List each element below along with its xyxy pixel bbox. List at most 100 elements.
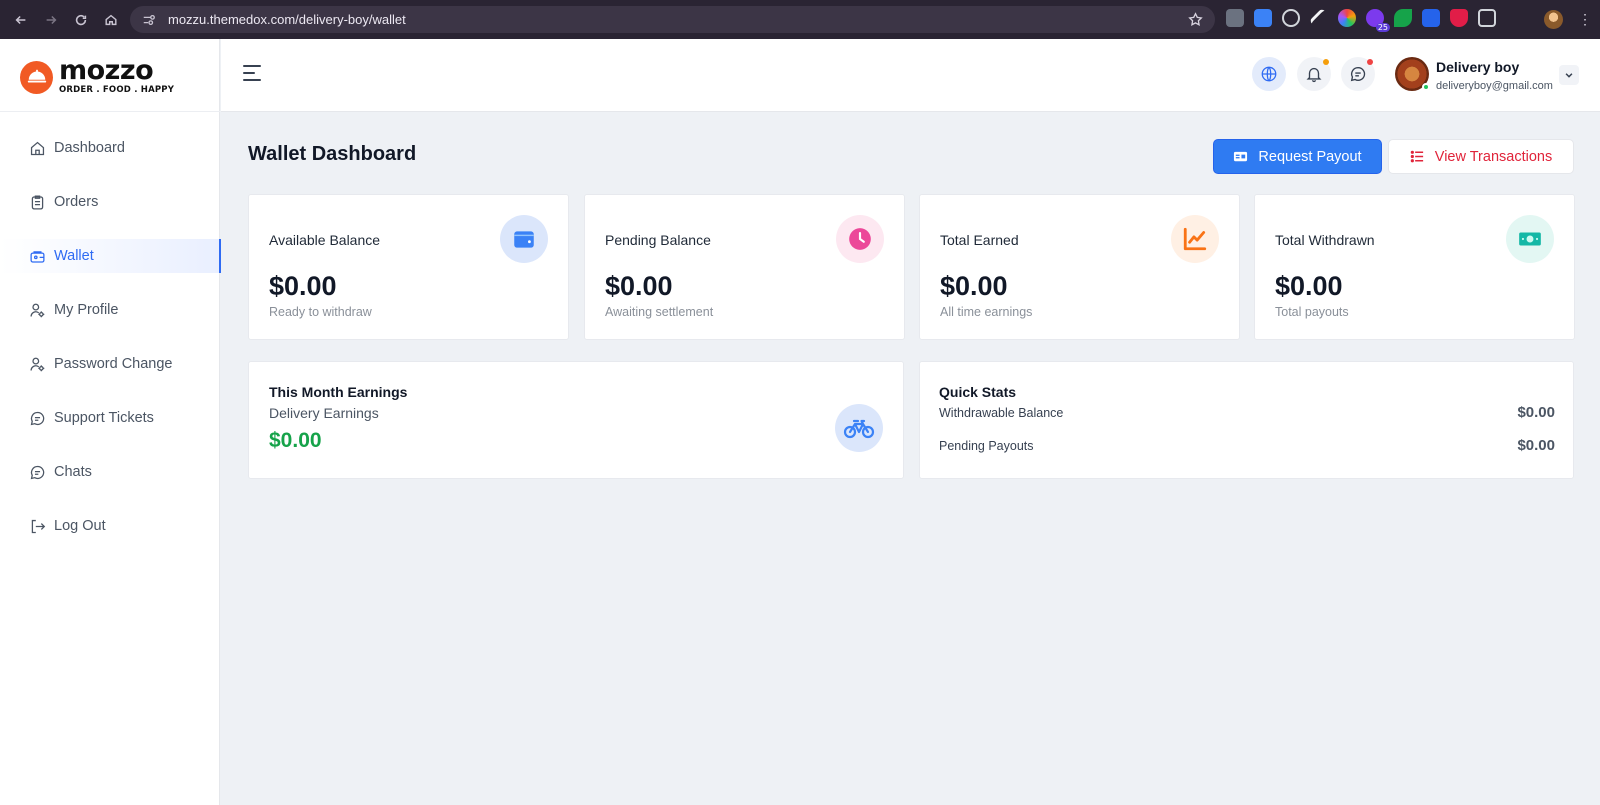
user-email: deliveryboy@gmail.com — [1436, 80, 1553, 92]
list-icon — [1410, 150, 1423, 163]
stat-label: Pending Balance — [605, 232, 711, 248]
quick-stat-value: $0.00 — [1517, 404, 1555, 421]
sidebar-item-log-out[interactable]: Log Out — [0, 509, 220, 543]
view-transactions-button[interactable]: View Transactions — [1388, 139, 1574, 174]
sidebar-item-my-profile[interactable]: My Profile — [0, 293, 220, 327]
sidebar-item-chats[interactable]: Chats — [0, 455, 220, 489]
quick-stat-label: Pending Payouts — [939, 438, 1034, 453]
quick-stats-title: Quick Stats — [939, 384, 1017, 400]
forward-icon[interactable] — [40, 9, 62, 31]
money-icon — [1506, 215, 1554, 263]
extension-fi-icon[interactable] — [1254, 9, 1272, 27]
sidebar-divider — [0, 111, 220, 112]
sidebar-item-label: Password Change — [54, 356, 173, 372]
clock-icon — [836, 215, 884, 263]
user-menu-chevron-down-icon[interactable] — [1559, 65, 1579, 85]
sidebar-item-password-change[interactable]: Password Change — [0, 347, 220, 381]
extension-eyedropper-icon[interactable] — [1309, 8, 1329, 28]
stat-subtext: Ready to withdraw — [269, 305, 372, 319]
sidebar-item-orders[interactable]: Orders — [0, 185, 220, 219]
sidebar-item-label: Log Out — [54, 518, 106, 534]
request-payout-button[interactable]: Request Payout — [1213, 139, 1382, 174]
quick-stat-row: Pending Payouts $0.00 — [939, 437, 1555, 454]
browser-toolbar: mozzu.themedox.com/delivery-boy/wallet 2… — [0, 0, 1600, 39]
month-earnings-subtitle: Delivery Earnings — [269, 405, 379, 421]
sidebar-item-wallet[interactable]: Wallet — [0, 239, 221, 273]
home-icon[interactable] — [100, 9, 122, 31]
view-transactions-label: View Transactions — [1434, 148, 1553, 165]
sidebar-item-dashboard[interactable]: Dashboard — [0, 131, 220, 165]
stat-amount: $0.00 — [605, 271, 673, 301]
stat-label: Total Earned — [940, 232, 1019, 248]
top-header: Delivery boy deliveryboy@gmail.com — [221, 39, 1600, 112]
month-earnings-card: This Month Earnings Delivery Earnings $0… — [248, 361, 904, 479]
bicycle-icon — [835, 404, 883, 452]
language-globe-icon[interactable] — [1252, 57, 1286, 91]
extension-shield-icon[interactable] — [1450, 9, 1468, 27]
address-bar[interactable]: mozzu.themedox.com/delivery-boy/wallet — [130, 6, 1215, 33]
month-earnings-value: $0.00 — [269, 429, 322, 452]
sidebar-item-label: My Profile — [54, 302, 119, 318]
stat-subtext: Total payouts — [1275, 305, 1349, 319]
quick-stats-card: Quick Stats Withdrawable Balance $0.00 P… — [919, 361, 1574, 479]
sidebar-item-label: Support Tickets — [54, 410, 154, 426]
stat-label: Available Balance — [269, 232, 381, 248]
sidebar-item-label: Wallet — [54, 248, 94, 264]
clipboard-icon — [31, 194, 44, 210]
sidebar-item-label: Dashboard — [54, 140, 125, 156]
user-avatar[interactable] — [1395, 57, 1430, 91]
sidebar-item-label: Chats — [54, 464, 92, 480]
user-gear-icon — [30, 303, 45, 317]
notifications-bell-icon[interactable] — [1297, 57, 1331, 91]
wallet-icon — [30, 250, 45, 263]
sidebar-menu: Dashboard Orders Wallet My Profile Passw… — [0, 131, 221, 563]
extensions-puzzle-icon[interactable] — [1478, 9, 1496, 27]
page-title: Wallet Dashboard — [248, 143, 417, 165]
stat-subtext: All time earnings — [940, 305, 1033, 319]
sidebar: mozzo ORDER . FOOD . HAPPY Dashboard Ord… — [0, 39, 221, 805]
stat-amount: $0.00 — [1275, 271, 1343, 301]
payout-card-icon — [1234, 151, 1248, 162]
user-gear-icon — [30, 357, 45, 371]
quick-stat-label: Withdrawable Balance — [939, 405, 1064, 420]
extension-badge-icon[interactable]: 25 — [1366, 9, 1390, 32]
stat-card-pending-balance: Pending Balance $0.00 Awaiting settlemen… — [584, 194, 905, 340]
brand-name: mozzo — [59, 55, 154, 86]
sidebar-item-support-tickets[interactable]: Support Tickets — [0, 401, 220, 435]
browser-profile-avatar[interactable] — [1544, 10, 1563, 29]
extension-color-ring-icon[interactable] — [1338, 9, 1356, 27]
brand-logo[interactable]: mozzo ORDER . FOOD . HAPPY — [20, 55, 174, 95]
chat-bubble-icon — [30, 411, 45, 425]
bookmark-star-icon[interactable] — [1188, 12, 1203, 27]
url-text[interactable]: mozzu.themedox.com/delivery-boy/wallet — [168, 12, 406, 27]
messages-chat-icon[interactable] — [1341, 57, 1375, 91]
online-status-dot — [1422, 83, 1430, 91]
menu-toggle-icon[interactable] — [243, 65, 263, 83]
stat-card-available-balance: Available Balance $0.00 Ready to withdra… — [248, 194, 569, 340]
quick-stat-value: $0.00 — [1517, 437, 1555, 454]
reload-icon[interactable] — [70, 9, 92, 31]
logout-icon — [31, 519, 46, 533]
stat-subtext: Awaiting settlement — [605, 305, 714, 319]
stat-card-total-withdrawn: Total Withdrawn $0.00 Total payouts — [1254, 194, 1575, 340]
wallet-icon — [500, 215, 548, 263]
extension-badge-count: 25 — [1375, 23, 1390, 32]
back-icon[interactable] — [10, 9, 32, 31]
user-name[interactable]: Delivery boy — [1436, 59, 1519, 75]
extension-sprout-icon[interactable] — [1282, 9, 1300, 27]
stat-amount: $0.00 — [269, 271, 337, 301]
chat-bubble-icon — [30, 465, 45, 479]
browser-menu-icon[interactable]: ⋮ — [1578, 11, 1592, 27]
chart-line-icon — [1171, 215, 1219, 263]
quick-stat-row: Withdrawable Balance $0.00 — [939, 404, 1555, 421]
extension-code-icon[interactable] — [1226, 9, 1244, 27]
site-settings-icon[interactable] — [142, 13, 156, 27]
stat-label: Total Withdrawn — [1275, 232, 1375, 248]
home-icon — [30, 141, 45, 155]
month-earnings-title: This Month Earnings — [269, 384, 408, 400]
notification-dot — [1323, 59, 1329, 65]
extension-leaf-icon[interactable] — [1394, 9, 1412, 27]
extension-gear-icon[interactable] — [1422, 9, 1440, 27]
logo-mark-icon — [20, 60, 53, 94]
message-dot — [1367, 59, 1373, 65]
